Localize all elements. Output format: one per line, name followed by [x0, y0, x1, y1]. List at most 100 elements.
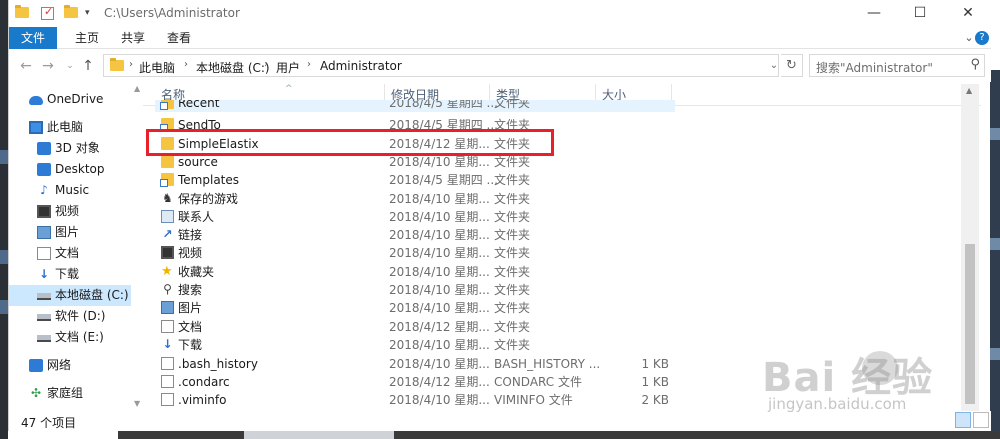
file-row[interactable]: ↗ 链接 2018/4/10 星期... 文件夹 — [155, 226, 675, 244]
file-date: 2018/4/5 星期四 ... — [389, 173, 498, 187]
file-row[interactable]: Templates 2018/4/5 星期四 ... 文件夹 — [155, 171, 675, 189]
sidebar-item-label: 下载 — [55, 267, 80, 281]
file-name: Recent — [178, 100, 220, 110]
folder-icon — [110, 58, 124, 71]
address-bar[interactable]: › 此电脑 › 本地磁盘 (C:) › 用户 › Administrator — [103, 54, 779, 77]
file-type: 文件夹 — [494, 228, 531, 242]
desktop-icon-fragment — [0, 250, 8, 264]
close-button[interactable]: ✕ — [945, 0, 991, 27]
sidebar-item-label: 软件 (D:) — [55, 309, 106, 323]
file-row[interactable]: 联系人 2018/4/10 星期... 文件夹 — [155, 208, 675, 226]
search-input[interactable]: 搜索"Administrator" ⚲ — [809, 54, 985, 77]
search-icon[interactable]: ⚲ — [970, 57, 980, 72]
file-row[interactable]: Recent 2018/4/5 星期四 ... 文件夹 — [155, 100, 675, 112]
file-date: 2018/4/10 星期... — [389, 228, 490, 242]
sidebar-item-pictures[interactable]: 图片 — [9, 222, 131, 243]
sidebar-item-local-disk-c[interactable]: 本地磁盘 (C:) — [9, 285, 131, 306]
file-explorer-window: ✓ ▾ C:\Users\Administrator — ☐ ✕ 文件 主页 共… — [8, 0, 991, 431]
desktop-left-strip — [0, 0, 8, 439]
scroll-up-icon[interactable]: ▲ — [966, 86, 972, 95]
sidebar-item-videos[interactable]: 视频 — [9, 201, 131, 222]
properties-icon[interactable]: ✓ — [41, 6, 55, 20]
recent-locations-icon[interactable]: ⌄ — [61, 56, 79, 76]
file-date: 2018/4/5 星期四 ... — [389, 100, 498, 110]
file-row[interactable]: .condarc 2018/4/12 星期... CONDARC 文件 1 KB — [155, 373, 675, 391]
sidebar-item-documents[interactable]: 文档 — [9, 243, 131, 264]
desktop-icon-fragment — [990, 348, 1000, 360]
sidebar-scrollbar[interactable]: ▲ ▼ — [133, 84, 143, 411]
documents-icon — [37, 247, 51, 260]
sidebar-item-downloads[interactable]: ↓ 下载 — [9, 264, 131, 285]
file-row[interactable]: ★ 收藏夹 2018/4/10 星期... 文件夹 — [155, 263, 675, 281]
sidebar-item-desktop[interactable]: Desktop — [9, 159, 131, 180]
tab-file[interactable]: 文件 — [9, 27, 57, 49]
drive-icon — [37, 335, 51, 342]
sidebar-item-label: 本地磁盘 (C:) — [55, 288, 129, 302]
folder-icon — [161, 155, 174, 168]
help-icon[interactable]: ? — [975, 31, 989, 45]
sidebar-item-this-pc[interactable]: 此电脑 — [9, 117, 131, 138]
file-list-scrollbar[interactable]: ▲ — [961, 84, 979, 411]
file-row[interactable]: ↓ 下载 2018/4/10 星期... 文件夹 — [155, 336, 675, 354]
folder-icon — [15, 5, 29, 19]
scroll-up-icon[interactable]: ▲ — [134, 84, 140, 93]
chevron-right-icon[interactable]: › — [264, 59, 268, 70]
back-button[interactable]: ← — [17, 56, 35, 76]
file-type: 文件夹 — [494, 210, 531, 224]
large-icons-view-button[interactable] — [973, 412, 989, 428]
file-row[interactable]: 图片 2018/4/10 星期... 文件夹 — [155, 299, 675, 317]
file-name: .condarc — [178, 375, 230, 389]
sidebar-item-drive-d[interactable]: 软件 (D:) — [9, 306, 131, 327]
chevron-right-icon[interactable]: › — [307, 59, 311, 70]
refresh-button[interactable]: ↻ — [781, 54, 803, 77]
file-type: 文件夹 — [494, 100, 531, 110]
documents-icon — [161, 320, 174, 333]
file-date: 2018/4/10 星期... — [389, 210, 490, 224]
video-icon — [37, 205, 51, 218]
file-name: 收藏夹 — [178, 265, 215, 279]
tab-view[interactable]: 查看 — [153, 27, 205, 49]
chevron-right-icon[interactable]: › — [184, 59, 188, 70]
chevron-right-icon[interactable]: › — [129, 59, 133, 70]
sidebar-item-3d-objects[interactable]: 3D 对象 — [9, 138, 131, 159]
file-row[interactable]: 视频 2018/4/10 星期... 文件夹 — [155, 244, 675, 262]
window-title: C:\Users\Administrator — [104, 6, 240, 20]
drive-icon — [37, 314, 51, 321]
search-folder-icon: ⚲ — [163, 282, 172, 296]
scroll-down-icon[interactable]: ▼ — [134, 399, 140, 408]
sidebar-item-label: 文档 — [55, 246, 80, 260]
sidebar-item-network[interactable]: 网络 — [9, 355, 131, 376]
file-name: 链接 — [178, 228, 203, 242]
scrollbar-thumb[interactable] — [965, 244, 975, 404]
forward-button[interactable]: → — [39, 56, 57, 76]
breadcrumb-local-disk[interactable]: 本地磁盘 (C:) — [196, 59, 270, 76]
breadcrumb-users[interactable]: 用户 — [276, 59, 300, 76]
quick-access-dropdown-icon[interactable]: ▾ — [85, 8, 99, 20]
ribbon-tabs: 文件 主页 共享 查看 ⌄ ? — [9, 27, 991, 49]
maximize-button[interactable]: ☐ — [897, 0, 943, 27]
file-row[interactable]: 文档 2018/4/12 星期... 文件夹 — [155, 318, 675, 336]
sidebar-item-onedrive[interactable]: OneDrive — [9, 89, 131, 110]
breadcrumb-this-pc[interactable]: 此电脑 — [139, 59, 175, 76]
sidebar-item-homegroup[interactable]: ✣ 家庭组 — [9, 383, 131, 404]
sidebar-item-drive-e[interactable]: 文档 (E:) — [9, 327, 131, 348]
new-folder-icon[interactable] — [64, 5, 78, 19]
search-placeholder: 搜索"Administrator" — [816, 61, 933, 75]
file-date: 2018/4/10 星期... — [389, 357, 490, 371]
tab-home[interactable]: 主页 — [61, 27, 113, 49]
sidebar-item-music[interactable]: ♪ Music — [9, 180, 131, 201]
up-button[interactable]: ↑ — [79, 56, 97, 76]
file-row[interactable]: ♞ 保存的游戏 2018/4/10 星期... 文件夹 — [155, 190, 675, 208]
file-row[interactable]: .bash_history 2018/4/10 星期... BASH_HISTO… — [155, 355, 675, 373]
file-row[interactable]: .viminfo 2018/4/10 星期... VIMINFO 文件 2 KB — [155, 391, 675, 409]
file-name: .viminfo — [178, 393, 227, 407]
details-view-button[interactable] — [955, 412, 971, 428]
file-date: 2018/4/12 星期... — [389, 375, 490, 389]
minimize-button[interactable]: — — [851, 0, 897, 27]
saved-games-icon: ♞ — [162, 191, 173, 205]
annotation-highlight-box — [146, 129, 554, 156]
breadcrumb-administrator[interactable]: Administrator — [320, 59, 402, 73]
pictures-icon — [37, 226, 51, 239]
tab-share[interactable]: 共享 — [107, 27, 159, 49]
file-row[interactable]: ⚲ 搜索 2018/4/10 星期... 文件夹 — [155, 281, 675, 299]
